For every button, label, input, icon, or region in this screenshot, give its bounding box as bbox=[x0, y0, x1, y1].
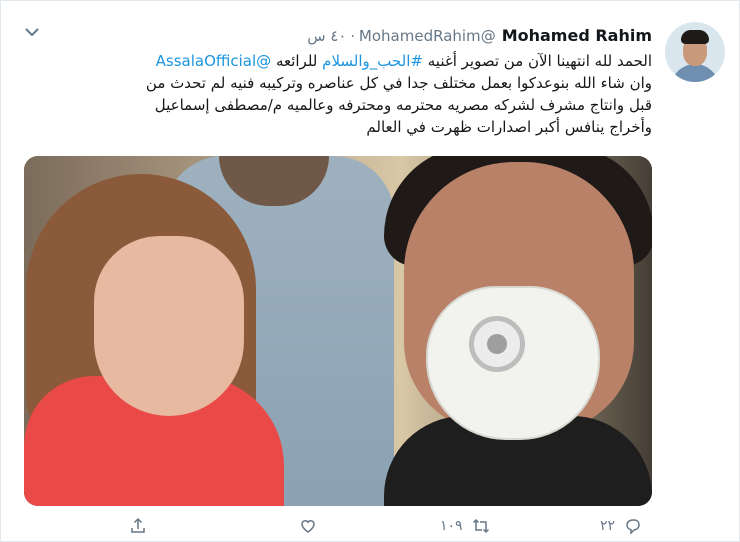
tweet-line-2: وان شاء الله بنوعدكوا بعمل مختلف جدا في … bbox=[145, 74, 652, 92]
mention-link[interactable]: @AssalaOfficial bbox=[156, 52, 272, 70]
chevron-down-icon[interactable] bbox=[24, 26, 40, 38]
tweet-header: Mohamed Rahim @MohamedRahim · ٤٠ س bbox=[307, 26, 652, 45]
tweet-line-3: قبل وانتاج مشرف لشركه مصريه محترمه ومحتر… bbox=[154, 96, 652, 114]
reply-action[interactable]: ٢٢ bbox=[600, 516, 643, 536]
author-handle[interactable]: @MohamedRahim bbox=[359, 27, 496, 45]
reply-icon bbox=[626, 519, 640, 535]
tweet-actions: ٢٢ ١٠٩ bbox=[0, 516, 740, 542]
tweet-line-1: الحمد لله انتهينا الآن من تصوير أغنيه #ا… bbox=[155, 52, 652, 70]
retweet-count: ١٠٩ bbox=[440, 518, 463, 534]
hashtag-link[interactable]: #الحب_والسلام bbox=[322, 52, 423, 70]
retweet-icon bbox=[472, 518, 489, 534]
tweet-text: الحمد لله انتهينا الآن من تصوير أغنيه #ا… bbox=[52, 50, 652, 138]
tweet-photo[interactable] bbox=[24, 156, 652, 506]
retweet-action[interactable]: ١٠٩ bbox=[440, 516, 491, 536]
separator-dot: · bbox=[350, 29, 355, 45]
reply-count: ٢٢ bbox=[600, 518, 616, 534]
tweet-line-4: وأخراج ينافس أكبر اصدارات ظهرت في العالم bbox=[366, 118, 652, 136]
like-action[interactable] bbox=[290, 516, 318, 536]
avatar[interactable] bbox=[665, 22, 725, 82]
author-name[interactable]: Mohamed Rahim bbox=[502, 26, 652, 45]
share-icon bbox=[131, 517, 145, 533]
heart-icon bbox=[301, 520, 315, 533]
share-action[interactable] bbox=[128, 516, 148, 536]
timestamp[interactable]: ٤٠ س bbox=[307, 27, 346, 45]
